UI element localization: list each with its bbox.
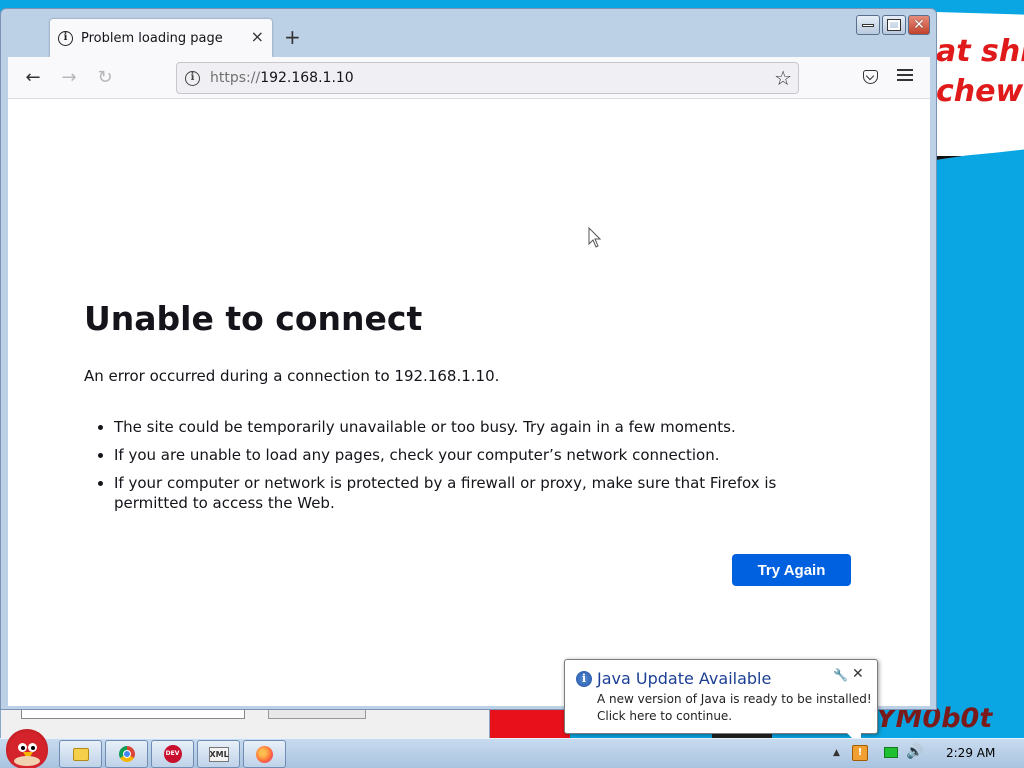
- maximize-icon: [887, 19, 901, 31]
- bird-belly-icon: [14, 756, 40, 766]
- taskbar-chrome-button[interactable]: [105, 740, 148, 768]
- suggestion-item: The site could be temporarily unavailabl…: [114, 417, 854, 437]
- mouse-cursor-icon: [588, 227, 602, 248]
- reload-button[interactable]: ↻: [93, 66, 117, 90]
- navigation-bar: ← → ↻ i https://192.168.1.10 ☆: [8, 57, 930, 99]
- info-icon: i: [58, 30, 73, 46]
- minimize-button[interactable]: [856, 15, 880, 35]
- url-scheme: https://: [210, 70, 261, 86]
- notification-close-button[interactable]: ✕: [852, 666, 864, 682]
- volume-icon[interactable]: 🔊: [906, 744, 923, 760]
- hamburger-menu-icon[interactable]: [897, 69, 913, 84]
- error-title: Unable to connect: [84, 299, 423, 338]
- maximize-button[interactable]: [882, 15, 906, 35]
- suggestion-item: If your computer or network is protected…: [114, 473, 854, 513]
- taskbar-devcpp-button[interactable]: DEV C++: [151, 740, 194, 768]
- bird-eye-icon: [18, 743, 27, 752]
- show-hidden-icons-button[interactable]: ▲: [833, 748, 840, 758]
- explorer-icon: [72, 747, 89, 761]
- close-window-button[interactable]: ✕: [908, 15, 930, 35]
- taskbar: DEV C++ XML ▲ ! 🔊 2:29 AM: [0, 729, 1024, 768]
- wallpaper-red-block: [490, 706, 570, 740]
- info-icon: i: [576, 671, 592, 687]
- tab-title: Problem loading page: [81, 30, 223, 46]
- url-text[interactable]: https://192.168.1.10: [210, 70, 354, 86]
- taskbar-firefox-button[interactable]: [243, 740, 286, 768]
- url-bar[interactable]: i https://192.168.1.10 ☆: [176, 62, 799, 94]
- minimize-icon: [862, 23, 874, 27]
- try-again-button[interactable]: Try Again: [732, 554, 851, 586]
- java-update-notification[interactable]: i Java Update Available 🔧 ✕ A new versio…: [564, 659, 878, 747]
- back-button[interactable]: ←: [21, 66, 45, 90]
- wrench-icon[interactable]: 🔧: [833, 668, 848, 682]
- pocket-icon[interactable]: [863, 70, 878, 84]
- forward-button[interactable]: →: [57, 66, 81, 90]
- tab-problem-loading[interactable]: i Problem loading page ×: [50, 19, 272, 57]
- tab-close-button[interactable]: ×: [251, 29, 264, 45]
- java-update-tray-icon[interactable]: !: [852, 745, 868, 761]
- devcpp-icon: DEV C++: [163, 745, 182, 763]
- url-host: 192.168.1.10: [260, 70, 354, 86]
- xml-editor-icon: XML: [208, 746, 229, 762]
- network-icon[interactable]: [884, 747, 898, 758]
- notification-body[interactable]: A new version of Java is ready to be ins…: [597, 691, 872, 725]
- chrome-icon: [118, 746, 135, 762]
- wallpaper-text-line-2: chew: [936, 74, 1024, 109]
- notification-title: Java Update Available: [597, 669, 772, 688]
- error-description: An error occurred during a connection to…: [84, 367, 500, 385]
- site-info-icon[interactable]: i: [185, 70, 200, 86]
- wallpaper-text-line-1: at shit: [936, 34, 1024, 69]
- taskbar-explorer-button[interactable]: [59, 740, 102, 768]
- close-icon: ✕: [913, 17, 925, 33]
- bird-eye-icon: [28, 743, 37, 752]
- error-suggestions-list: The site could be temporarily unavailabl…: [114, 417, 854, 521]
- tab-bar: i Problem loading page × + ✕: [1, 9, 936, 57]
- bookmark-star-icon[interactable]: ☆: [774, 66, 792, 90]
- taskbar-xml-editor-button[interactable]: XML: [197, 740, 240, 768]
- firefox-icon: [256, 745, 273, 763]
- page-content: Unable to connect An error occurred duri…: [8, 99, 930, 706]
- browser-window: i Problem loading page × + ✕ ← → ↻ i htt…: [0, 8, 937, 710]
- window-controls: ✕: [856, 15, 930, 35]
- new-tab-button[interactable]: +: [284, 25, 301, 49]
- suggestion-item: If you are unable to load any pages, che…: [114, 445, 854, 465]
- clock[interactable]: 2:29 AM: [946, 746, 995, 760]
- start-button[interactable]: [6, 729, 48, 768]
